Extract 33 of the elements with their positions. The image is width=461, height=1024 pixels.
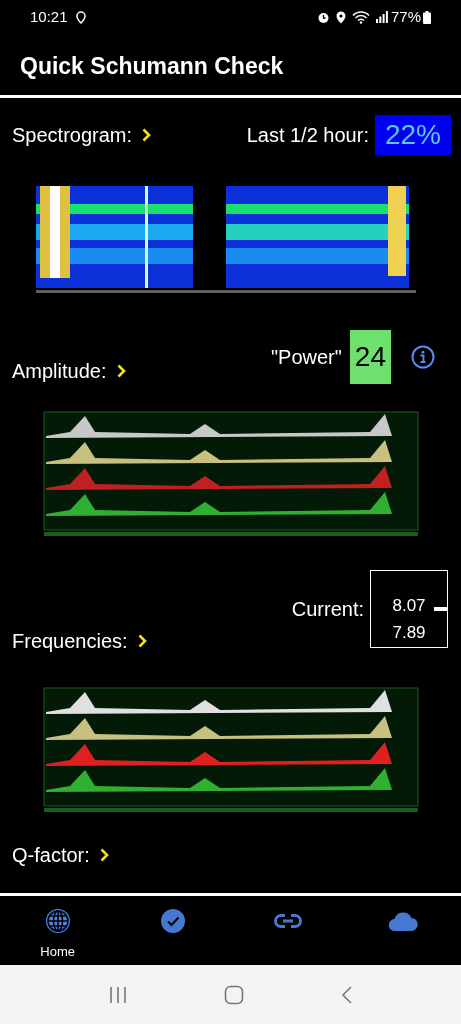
signal-icon bbox=[375, 11, 388, 23]
globe-icon bbox=[44, 908, 71, 934]
wifi-icon bbox=[351, 10, 370, 24]
badge-label: Last 1/2 hour: bbox=[246, 123, 369, 148]
recent-apps-icon[interactable] bbox=[108, 985, 127, 1004]
status-time: 10:21 bbox=[30, 6, 68, 27]
battery-level: 77% bbox=[390, 6, 421, 27]
back-icon[interactable] bbox=[340, 984, 353, 1005]
badge-label: "Power" bbox=[270, 345, 342, 370]
chevron-right-icon bbox=[116, 364, 126, 378]
chevron-right-icon bbox=[142, 128, 152, 142]
scale-reading: 8.07 bbox=[392, 597, 426, 614]
location-icon bbox=[335, 10, 346, 24]
location-icon bbox=[75, 10, 86, 24]
section-link[interactable]: Frequencies: bbox=[12, 626, 147, 656]
battery-icon bbox=[423, 10, 431, 24]
app-title: Quick Schumann Check bbox=[20, 51, 284, 81]
section-link[interactable]: Q-factor: bbox=[12, 840, 109, 870]
power-badge: 24 bbox=[349, 330, 391, 384]
home-icon[interactable] bbox=[223, 984, 244, 1005]
chevron-right-icon bbox=[99, 848, 109, 862]
section-link[interactable]: Amplitude: bbox=[12, 356, 126, 386]
cloud-icon bbox=[388, 910, 419, 932]
section-link[interactable]: Spectrogram: bbox=[12, 120, 152, 150]
chevron-right-icon bbox=[137, 634, 147, 648]
scale-reading: 7.89 bbox=[392, 624, 426, 641]
check-circle-icon bbox=[159, 908, 186, 934]
link-icon bbox=[274, 913, 303, 929]
alarm-icon bbox=[316, 10, 330, 24]
percentage-badge: 22% bbox=[374, 115, 451, 155]
info-icon[interactable] bbox=[411, 345, 435, 369]
current-label: Current: bbox=[291, 597, 364, 622]
nav-tab[interactable]: Home bbox=[0, 896, 116, 965]
